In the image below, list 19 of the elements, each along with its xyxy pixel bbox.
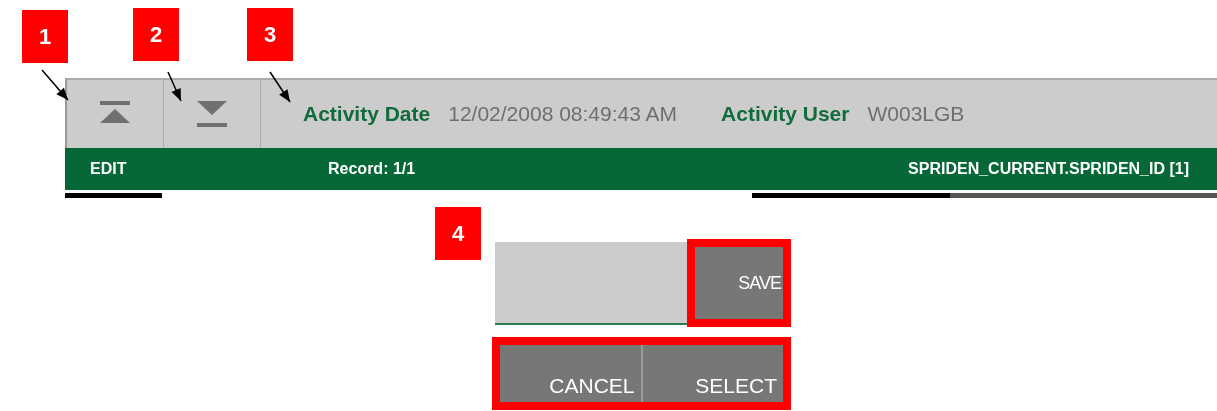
callout-badge: 3 bbox=[247, 8, 293, 61]
callout-badge: 1 bbox=[22, 10, 68, 63]
field-label: Activity User bbox=[721, 102, 850, 126]
save-button[interactable]: SAVE bbox=[695, 247, 783, 319]
last-record-icon bbox=[195, 101, 229, 127]
cancel-button[interactable]: CANCEL bbox=[500, 345, 643, 402]
callout-badge: 2 bbox=[133, 8, 179, 61]
mode-text: EDIT bbox=[90, 160, 128, 178]
field-name: SPRIDEN_CURRENT.SPRIDEN_ID [1] bbox=[908, 160, 1189, 178]
pointer-arrow bbox=[269, 71, 291, 103]
field-value: 12/02/2008 08:49:43 AM bbox=[448, 102, 678, 126]
record-count: Record: 1/1 bbox=[328, 160, 417, 178]
field-label: Activity Date bbox=[303, 102, 431, 126]
pointer-arrow bbox=[167, 71, 182, 102]
select-button[interactable]: SELECT bbox=[642, 345, 783, 402]
callout-badge: 4 bbox=[435, 207, 481, 260]
input-field[interactable] bbox=[495, 242, 687, 325]
field-value: W003LGB bbox=[867, 102, 965, 126]
pointer-arrow bbox=[41, 69, 69, 101]
